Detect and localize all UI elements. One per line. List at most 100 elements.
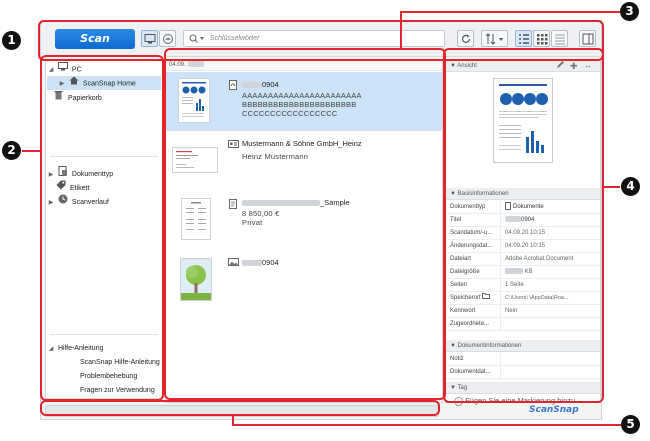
monitor-icon	[57, 62, 70, 77]
business-card-icon	[228, 140, 239, 150]
prop-row[interactable]: Dokumenttyp Dokumente	[446, 201, 600, 214]
document-list: 04.09. 0904 AAAAAAAAAAAAAAAAAAAAAAA BBBB…	[165, 59, 443, 403]
sort-button[interactable]	[481, 30, 508, 47]
list-view-icon	[519, 34, 529, 44]
prop-row[interactable]: Zugeordnete...	[446, 318, 600, 331]
search-placeholder: Schlüsselwörter	[210, 35, 260, 42]
prop-value: 0904	[500, 214, 534, 227]
trash-icon	[54, 90, 66, 106]
expand-arrow-icon[interactable]: ▶	[46, 196, 56, 210]
scansnap-logo: ScanSnap	[529, 405, 579, 415]
prop-key: Änderungsdat...	[450, 243, 493, 249]
status-bar	[45, 405, 439, 417]
document-title: Mustermann & Söhne GmbH_Heinz	[242, 139, 362, 148]
pc-view-toggle[interactable]	[141, 30, 158, 47]
leader-line-4	[604, 186, 620, 188]
prop-key: Zugeordnete...	[450, 321, 490, 327]
basic-info-title: Basisinformationen	[457, 191, 509, 197]
prop-row[interactable]: Kennwort Nein	[446, 305, 600, 318]
grid-view-button[interactable]	[533, 30, 550, 47]
help-link[interactable]: Fragen zur Verwendung	[80, 384, 155, 398]
edit-pen-icon[interactable]	[556, 60, 565, 74]
prop-row[interactable]: Scandatum/-u... 04.09.20 10:15	[446, 227, 600, 240]
document-line: BBBBBBBBBBBBBBBBBBBBBB	[242, 100, 357, 109]
document-line: CCCCCCCCCCCCCCCCC	[242, 109, 338, 118]
add-circle-icon: +	[454, 396, 463, 406]
prop-value: 04.09.20 10:15	[500, 240, 545, 253]
view-section-title: Ansicht	[457, 63, 477, 69]
document-item[interactable]: _Sample 8 850,00 € Privat	[166, 190, 442, 250]
tag-section-title: Tag	[457, 385, 468, 391]
fit-width-icon[interactable]: ↔	[584, 60, 592, 72]
toolbar: Scan Schlüsselwörter	[41, 21, 601, 57]
tree-item-trash-label: Papierkorb	[67, 94, 102, 102]
prop-key: Speicherort	[450, 292, 498, 305]
basic-info-header[interactable]: ▼ Basisinformationen	[446, 188, 600, 200]
tree-item-doctype[interactable]: ▶ Dokumenttyp	[46, 166, 113, 180]
zoom-in-icon[interactable]: ✚	[570, 60, 578, 72]
prop-value: Dokumente	[500, 201, 544, 214]
prop-row[interactable]: Seiten 1 Seite	[446, 279, 600, 292]
tree-item-history-label: Scanverlauf	[71, 198, 109, 206]
scan-button[interactable]: Scan	[55, 29, 135, 49]
tree-item-pc-label: PC	[71, 66, 82, 74]
receipt-icon	[229, 199, 237, 211]
prop-value: 04.09.20 10:15	[500, 227, 545, 240]
document-info-header[interactable]: ▼ Dokumentinformationen	[446, 340, 600, 352]
receipt-thumbnail	[181, 198, 211, 240]
refresh-icon	[461, 34, 471, 43]
tag-section-header[interactable]: ▼ Tag	[446, 382, 600, 394]
collapse-arrow-icon[interactable]: ◢	[46, 342, 56, 356]
prop-row[interactable]: Notiz	[446, 353, 600, 366]
tree-item-tag[interactable]: Etikett	[46, 180, 89, 194]
prop-value-text: Dokumente	[513, 204, 544, 210]
prop-row[interactable]: Speicherort C:\Users\ \AppData\Roa...	[446, 292, 600, 305]
prop-row[interactable]: Änderungsdat... 04.09.20 10:15	[446, 240, 600, 253]
prop-key: Notiz	[450, 356, 464, 362]
help-section-label: Hilfe-Anleitung	[57, 345, 104, 352]
scansnap-home-window: Scan Schlüsselwörter ◢ PC ▶ ScanSnap Hom…	[40, 20, 602, 420]
document-icon	[505, 202, 511, 211]
prop-key: Seiten	[450, 282, 468, 288]
grid-view-icon	[537, 34, 548, 45]
document-title: 0904	[242, 258, 279, 267]
callout-1: 1	[2, 31, 21, 50]
prop-value: C:\Users\ \AppData\Roa...	[500, 292, 569, 305]
tree-item-tag-label: Etikett	[69, 184, 90, 192]
prop-key: Dateigröße	[450, 269, 480, 275]
collapse-arrow-icon: ▼	[450, 343, 458, 349]
tree-item-scansnap-home[interactable]: ▶ ScanSnap Home	[47, 76, 161, 90]
document-item[interactable]: Mustermann & Söhne GmbH_Heinz Heinz Must…	[166, 131, 442, 190]
list-view-button[interactable]	[515, 30, 532, 47]
detail-list-button[interactable]	[551, 30, 568, 47]
refresh-button[interactable]	[457, 30, 474, 47]
monitor-icon	[144, 34, 156, 44]
help-link[interactable]: ScanSnap Hilfe-Anleitung	[80, 356, 160, 370]
prop-value: Adobe Acrobat Document	[500, 253, 573, 266]
collapse-arrow-icon: ▼	[450, 385, 458, 391]
help-link[interactable]: Problembehebung	[80, 370, 137, 384]
detail-list-icon	[555, 34, 565, 45]
prop-value: Nein	[500, 305, 517, 318]
date-group-label: 04.09.	[169, 62, 186, 68]
panel-toggle-button[interactable]	[579, 30, 596, 47]
date-group-header: 04.09.	[166, 60, 442, 71]
tree-item-trash[interactable]: Papierkorb	[46, 90, 102, 104]
document-item[interactable]: 0904 AAAAAAAAAAAAAAAAAAAAAAA BBBBBBBBBBB…	[166, 72, 442, 131]
prop-value-text: KB	[524, 269, 533, 275]
tree-item-pc[interactable]: ◢ PC	[46, 62, 82, 76]
tree-item-history[interactable]: ▶ Scanverlauf	[46, 194, 109, 208]
detail-panel: ▼ Ansicht ✚ ↔ ▼ Basisinformationen Dokum…	[445, 59, 601, 406]
help-section-title[interactable]: ◢ Hilfe-Anleitung	[46, 342, 104, 356]
folder-icon[interactable]	[482, 293, 491, 299]
prop-row[interactable]: Dokumentdat...	[446, 366, 600, 379]
cloud-icon	[163, 34, 173, 44]
prop-row[interactable]: Dateiart Adobe Acrobat Document	[446, 253, 600, 266]
cloud-view-toggle[interactable]	[159, 30, 176, 47]
view-section-header[interactable]: ▼ Ansicht ✚ ↔	[446, 60, 600, 72]
document-title-text: 0904	[262, 80, 279, 89]
prop-row[interactable]: Titel 0904	[446, 214, 600, 227]
search-field[interactable]: Schlüsselwörter	[183, 30, 445, 47]
prop-row[interactable]: Dateigröße KB	[446, 266, 600, 279]
document-item[interactable]: 0904	[166, 250, 442, 312]
